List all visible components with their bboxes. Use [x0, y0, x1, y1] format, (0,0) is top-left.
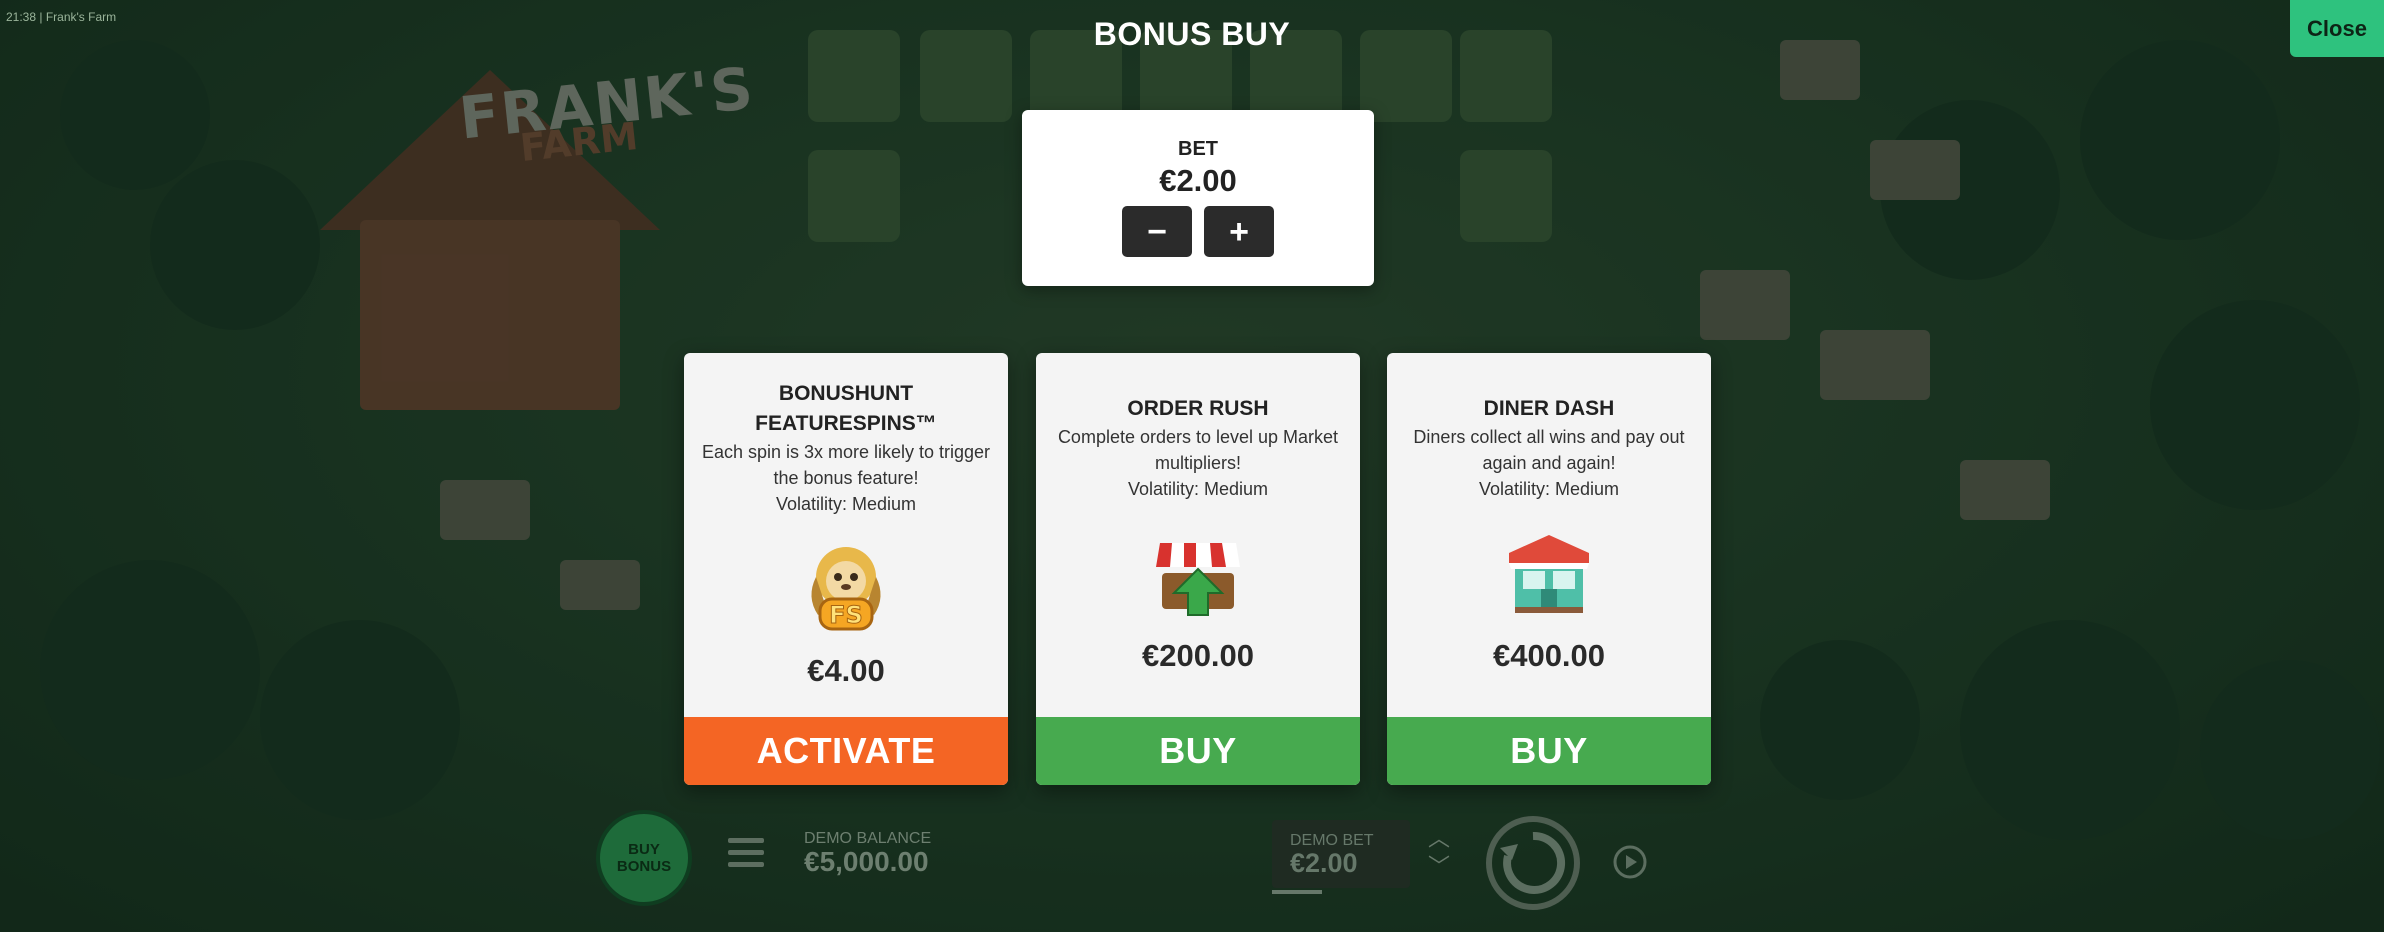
bet-value: €2.00 [1159, 163, 1237, 198]
increase-bet-button[interactable]: + [1204, 206, 1274, 257]
spin-button[interactable] [1484, 814, 1582, 912]
diner-building-icon [1499, 523, 1599, 623]
offer-description: Each spin is 3x more likely to trigger t… [701, 442, 991, 488]
offer-volatility: Volatility: Medium [1127, 479, 1269, 499]
offer-card-order-rush: ORDER RUSH Complete orders to level up M… [1036, 353, 1360, 785]
offer-price: €200.00 [1141, 638, 1255, 673]
autoplay-button[interactable] [1608, 840, 1652, 884]
offer-description: Diners collect all wins and pay out agai… [1413, 427, 1685, 473]
bet-label: BET [1178, 138, 1218, 160]
offer-price: €400.00 [1492, 638, 1606, 673]
buy-diner-dash-button[interactable]: BUY [1387, 717, 1711, 785]
bet-card: BET €2.00 − + [1022, 110, 1374, 286]
chevron-down-icon[interactable]: ﹀ [1424, 853, 1454, 881]
close-button[interactable]: Close [2290, 0, 2384, 57]
svg-text:FS: FS [829, 601, 863, 629]
offer-price: €4.00 [807, 653, 885, 688]
bottom-bar: BUY BONUS DEMO BALANCE €5,000.00 DEMO BE… [0, 800, 2384, 932]
balance-value: €5,000.00 [804, 846, 929, 877]
offer-volatility: Volatility: Medium [775, 494, 917, 514]
menu-icon[interactable] [728, 838, 764, 868]
demo-bet: DEMO BET €2.00 [1272, 820, 1410, 888]
modal-title: BONUS BUY [1093, 16, 1291, 52]
offer-name: BONUSHUNT FEATURESPINS™ [755, 382, 937, 435]
activate-button[interactable]: ACTIVATE [684, 717, 1008, 785]
buy-order-rush-button[interactable]: BUY [1036, 717, 1360, 785]
sloth-fs-icon: FS [796, 537, 896, 637]
offer-name: ORDER RUSH [1127, 397, 1269, 420]
offer-card-diner-dash: DINER DASH Diners collect all wins and p… [1387, 353, 1711, 785]
chevron-up-icon[interactable]: ︿ [1424, 825, 1454, 853]
spin-icon [1486, 816, 1580, 910]
bet-adjust-arrows[interactable]: ︿ ﹀ [1424, 825, 1454, 885]
offer-description: Complete orders to level up Market multi… [1057, 427, 1339, 473]
bet-underline [1272, 890, 1322, 894]
market-stall-arrow-icon [1148, 523, 1248, 623]
offer-name: DINER DASH [1483, 397, 1615, 420]
demo-bet-value: €2.00 [1290, 848, 1358, 878]
offer-volatility: Volatility: Medium [1478, 479, 1620, 499]
buy-bonus-button[interactable]: BUY BONUS [596, 810, 692, 906]
demo-balance: DEMO BALANCE €5,000.00 [804, 830, 931, 878]
offer-card-bonushunt: BONUSHUNT FEATURESPINS™ Each spin is 3x … [684, 353, 1008, 785]
decrease-bet-button[interactable]: − [1122, 206, 1192, 257]
autoplay-icon [1613, 845, 1647, 879]
